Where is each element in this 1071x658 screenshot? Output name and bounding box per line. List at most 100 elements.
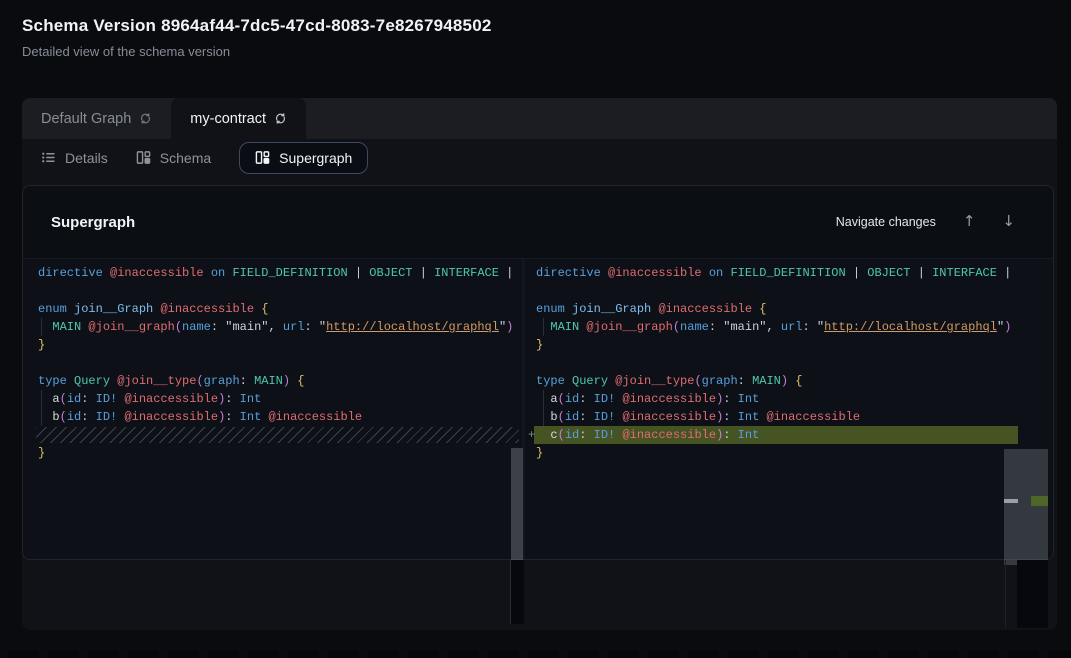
code-line: a(id: ID! @inaccessible): Int <box>525 390 1053 408</box>
code-text: MAIN @join__graph(name: "main", url: "ht… <box>38 320 513 334</box>
bottom-dash <box>48 651 79 658</box>
code-line: } <box>525 336 1053 354</box>
code-text: MAIN @join__graph(name: "main", url: "ht… <box>536 320 1011 334</box>
bottom-dash <box>608 651 639 658</box>
schema-version-card: Default Graph my-contract <box>22 98 1057 630</box>
code-line: directive @inaccessible on FIELD_DEFINIT… <box>23 264 522 282</box>
tab-label: my-contract <box>190 111 266 127</box>
variant-sync-icon <box>139 112 152 125</box>
code-line: } <box>525 444 1053 462</box>
bottom-dash <box>408 651 439 658</box>
overview-ruler-added-marker <box>1031 496 1048 506</box>
bottom-dash <box>128 651 159 658</box>
bottom-dash <box>888 651 919 658</box>
blank-line <box>525 282 1053 300</box>
bottom-dash <box>248 651 279 658</box>
right-pane-overflow-column <box>1017 560 1048 628</box>
bottom-dash <box>168 651 199 658</box>
bottom-dash <box>368 651 399 658</box>
schema-panels-icon <box>136 150 151 165</box>
bottom-dash <box>768 651 799 658</box>
code-text: type Query @join__type(graph: MAIN) { <box>536 374 803 388</box>
bottom-dash <box>528 651 559 658</box>
code-text: } <box>536 446 543 460</box>
code-text: directive @inaccessible on FIELD_DEFINIT… <box>536 266 1011 280</box>
subtab-details[interactable]: Details <box>41 150 108 166</box>
variant-tabbar: Default Graph my-contract <box>22 98 1057 139</box>
code-line: + c(id: ID! @inaccessible): Int <box>525 426 1053 444</box>
code-line: enum join__Graph @inaccessible { <box>525 300 1053 318</box>
bottom-dash <box>448 651 479 658</box>
subtab-supergraph[interactable]: Supergraph <box>239 142 368 174</box>
code-line: } <box>23 444 522 462</box>
variant-sync-icon <box>274 112 287 125</box>
bottom-dash <box>208 651 239 658</box>
diff-hatch-pattern <box>36 427 519 443</box>
bottom-dash <box>688 651 719 658</box>
diff-editor: directive @inaccessible on FIELD_DEFINIT… <box>23 258 1053 559</box>
bottom-dash <box>328 651 359 658</box>
bottom-dash <box>968 651 999 658</box>
navigate-previous-change-button[interactable]: ↑ <box>963 214 976 229</box>
bottom-dash <box>88 651 119 658</box>
diff-placeholder-line <box>23 426 522 444</box>
code-line: type Query @join__type(graph: MAIN) { <box>525 372 1053 390</box>
code-text: a(id: ID! @inaccessible): Int <box>536 392 759 406</box>
bottom-dash <box>8 651 39 658</box>
schema-version-page: Schema Version 8964af44-7dc5-47cd-8083-7… <box>0 0 1071 658</box>
bottom-dash <box>928 651 959 658</box>
page-subtitle: Detailed view of the schema version <box>22 44 230 59</box>
bottom-dash <box>1048 651 1071 658</box>
code-text: b(id: ID! @inaccessible): Int @inaccessi… <box>38 410 362 424</box>
diff-pane-original[interactable]: directive @inaccessible on FIELD_DEFINIT… <box>23 259 522 559</box>
code-line: MAIN @join__graph(name: "main", url: "ht… <box>525 318 1053 336</box>
code-text: a(id: ID! @inaccessible): Int <box>38 392 261 406</box>
subtab-label: Supergraph <box>279 150 352 166</box>
code-text: b(id: ID! @inaccessible): Int @inaccessi… <box>536 410 860 424</box>
navigate-changes-controls: Navigate changes ↑ ↓ <box>836 214 1015 229</box>
blank-line <box>23 282 522 300</box>
view-subtabs: Details Schema <box>22 139 1057 176</box>
bottom-dash <box>1008 651 1039 658</box>
code-text: enum join__Graph @inaccessible { <box>536 302 766 316</box>
overview-ruler-position-marker <box>1004 499 1018 503</box>
bottom-dash <box>808 651 839 658</box>
tab-my-contract[interactable]: my-contract <box>171 98 306 139</box>
navigate-changes-label: Navigate changes <box>836 215 936 229</box>
subtab-label: Schema <box>160 150 211 166</box>
left-pane-overflow-column <box>511 560 524 624</box>
subtab-label: Details <box>65 150 108 166</box>
bottom-dash <box>728 651 759 658</box>
bottom-dash <box>288 651 319 658</box>
code-line: directive @inaccessible on FIELD_DEFINIT… <box>525 264 1053 282</box>
supergraph-panel: Supergraph Navigate changes ↑ ↓ directiv… <box>22 185 1054 560</box>
left-pane-scrollbar[interactable] <box>511 448 523 565</box>
panel-title: Supergraph <box>51 214 135 231</box>
right-pane-scrollbar-minimap[interactable] <box>1004 449 1048 565</box>
subtab-schema[interactable]: Schema <box>136 150 211 166</box>
code-text: } <box>38 446 45 460</box>
diff-pane-modified[interactable]: directive @inaccessible on FIELD_DEFINIT… <box>525 259 1053 559</box>
list-icon <box>41 150 56 165</box>
code-text: directive @inaccessible on FIELD_DEFINIT… <box>38 266 513 280</box>
bottom-dash <box>488 651 519 658</box>
code-line: } <box>23 336 522 354</box>
bottom-dash <box>648 651 679 658</box>
blank-line <box>23 354 522 372</box>
code-line: enum join__Graph @inaccessible { <box>23 300 522 318</box>
bottom-dash <box>568 651 599 658</box>
code-text: } <box>536 338 543 352</box>
code-line: type Query @join__type(graph: MAIN) { <box>23 372 522 390</box>
code-text: enum join__Graph @inaccessible { <box>38 302 268 316</box>
added-line-plus-icon: + <box>528 426 535 444</box>
code-text: type Query @join__type(graph: MAIN) { <box>38 374 305 388</box>
code-line: a(id: ID! @inaccessible): Int <box>23 390 522 408</box>
code-text: c(id: ID! @inaccessible): Int <box>536 428 759 442</box>
code-text: } <box>38 338 45 352</box>
navigate-next-change-button[interactable]: ↓ <box>1002 214 1015 229</box>
tab-default-graph[interactable]: Default Graph <box>22 98 171 139</box>
schema-panels-icon <box>255 150 270 165</box>
right-pane-edge-line <box>1005 560 1006 628</box>
blank-line <box>525 354 1053 372</box>
code-line: b(id: ID! @inaccessible): Int @inaccessi… <box>525 408 1053 426</box>
